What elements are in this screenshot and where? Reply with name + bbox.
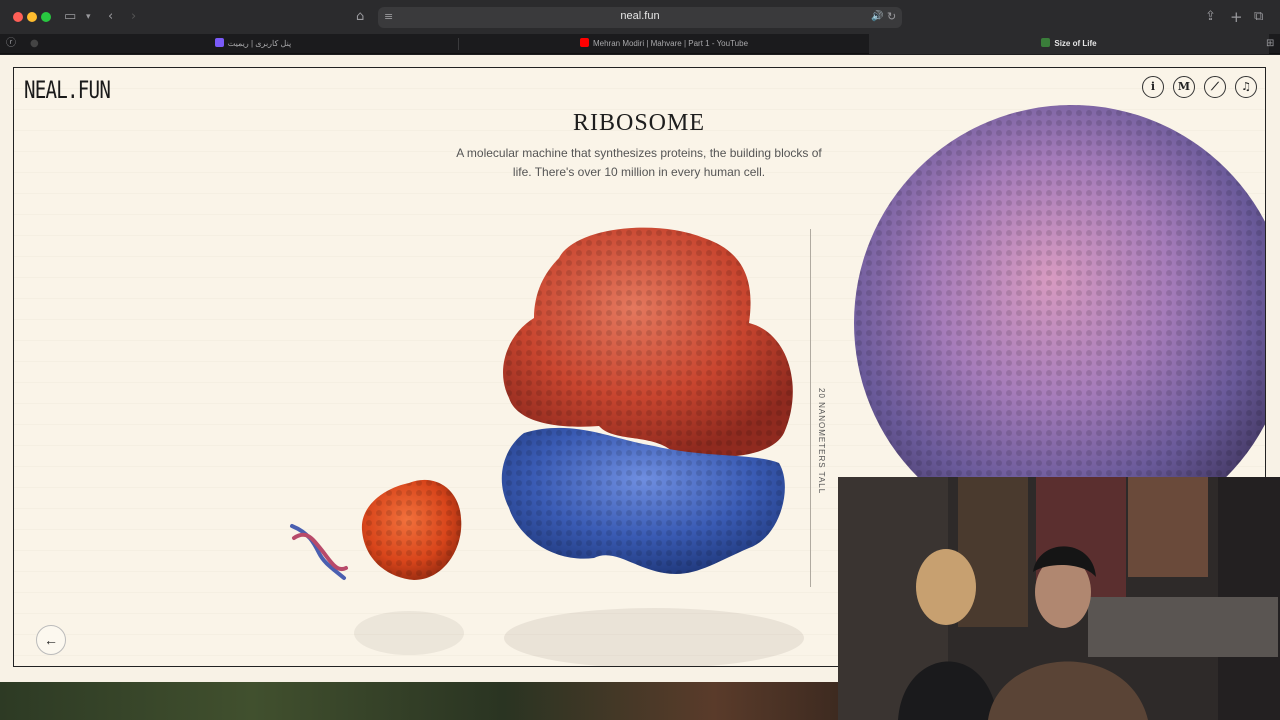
webcam-video <box>838 477 1280 720</box>
tab-youtube[interactable]: Mehran Modiri | Mahvare | Part 1 - YouTu… <box>459 34 869 54</box>
pinned-tab-2-icon[interactable]: ● <box>30 35 39 53</box>
chevron-down-icon[interactable]: ▾ <box>86 8 91 26</box>
tab-overview-icon[interactable]: ⧉ <box>1254 8 1263 26</box>
m-icon[interactable]: M <box>1173 76 1195 98</box>
ruler-icon[interactable]: ⟋ <box>1204 76 1226 98</box>
browser-toolbar: ▭ ▾ ‹ › ⌂ ≡ neal.fun 🔊 ↻ ⇪ + ⧉ <box>0 0 1280 34</box>
tab-size-of-life[interactable]: Size of Life <box>869 34 1269 54</box>
tab-bar: ⓡ ● پنل کاربری | ریمیت Mehran Modiri | M… <box>0 34 1280 54</box>
background-wallpaper-strip <box>0 682 840 720</box>
back-nav-icon[interactable]: ‹ <box>108 8 113 26</box>
tab-label: Size of Life <box>1054 39 1097 48</box>
audio-playing-icon[interactable]: 🔊 <box>871 8 883 26</box>
youtube-icon <box>579 38 589 47</box>
music-icon[interactable]: ♫ <box>1235 76 1257 98</box>
ribosome-shadow <box>504 608 804 666</box>
pinned-tab-icon[interactable]: ⓡ <box>6 35 16 53</box>
tab-favicon <box>1041 38 1051 47</box>
tab-remit[interactable]: پنل کاربری | ریمیت <box>48 34 458 54</box>
home-icon[interactable]: ⌂ <box>356 8 364 26</box>
share-icon[interactable]: ⇪ <box>1205 8 1216 26</box>
virus-particle <box>854 105 1265 541</box>
minimize-window-button[interactable] <box>27 12 37 22</box>
forward-nav-icon[interactable]: › <box>131 8 136 26</box>
tab-overflow-icon[interactable]: ⊞ <box>1266 35 1274 53</box>
sidebar-icon[interactable]: ▭ <box>64 8 76 26</box>
new-tab-icon[interactable]: + <box>1230 8 1243 26</box>
tab-favicon <box>214 38 224 47</box>
measurement-line <box>810 229 811 587</box>
reload-icon[interactable]: ↻ <box>887 8 896 26</box>
zoom-window-button[interactable] <box>41 12 51 22</box>
info-icon[interactable]: i <box>1142 76 1164 98</box>
tab-label: پنل کاربری | ریمیت <box>227 39 292 48</box>
webcam-overlay <box>838 477 1280 720</box>
protein-molecule <box>361 479 462 580</box>
top-right-toolbar: i M ⟋ ♫ <box>1142 76 1257 98</box>
address-bar[interactable]: ≡ neal.fun 🔊 ↻ <box>378 7 902 28</box>
tab-label: Mehran Modiri | Mahvare | Part 1 - YouTu… <box>592 39 749 48</box>
back-button[interactable]: ← <box>36 625 66 655</box>
ribosome-large-subunit <box>503 227 793 457</box>
close-window-button[interactable] <box>13 12 23 22</box>
measurement-label: 20 nanometers tall <box>817 388 826 495</box>
protein-shadow <box>354 611 464 655</box>
dna-helix <box>290 524 348 580</box>
url-text: neal.fun <box>620 10 660 22</box>
